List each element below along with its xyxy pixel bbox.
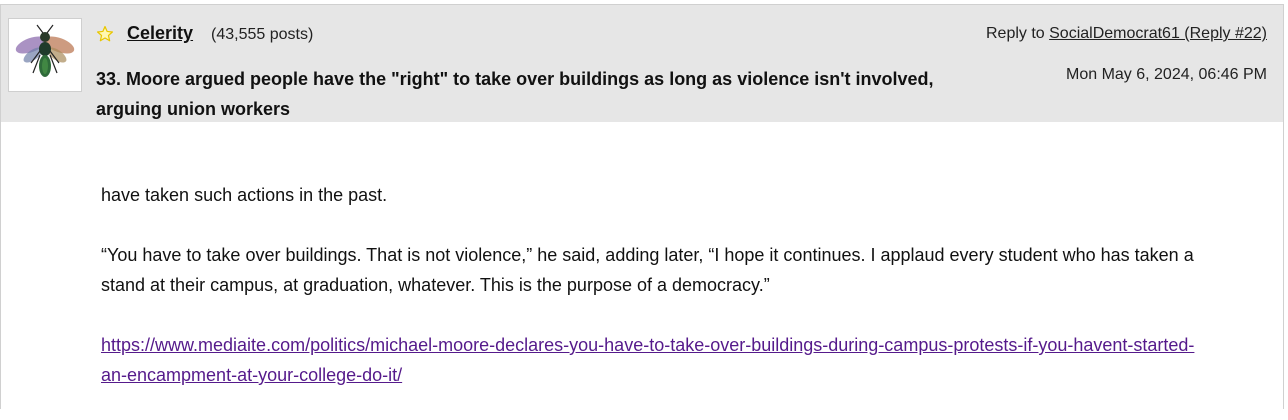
reply-to-link[interactable]: SocialDemocrat61 (Reply #22) xyxy=(1049,25,1267,42)
post-body: have taken such actions in the past. “Yo… xyxy=(101,180,1211,420)
username-link[interactable]: Celerity xyxy=(127,23,193,44)
wasp-icon xyxy=(15,24,75,77)
star-outline-icon xyxy=(96,25,114,43)
post-title: 33. Moore argued people have the "right"… xyxy=(96,69,934,119)
reply-to-label: Reply to xyxy=(985,25,1050,42)
body-paragraph: have taken such actions in the past. xyxy=(101,185,388,205)
post-timestamp: Mon May 6, 2024, 06:46 PM xyxy=(1066,66,1267,83)
reply-to: Reply to SocialDemocrat61 (Reply #22) xyxy=(986,25,1267,43)
post-count: (43,555 posts) xyxy=(211,26,314,43)
article-link[interactable]: https://www.mediaite.com/politics/michae… xyxy=(101,335,1194,385)
post-header: Celerity (43,555 posts) 33. Moore argued… xyxy=(1,5,1283,122)
avatar[interactable] xyxy=(8,18,82,92)
body-paragraph: “You have to take over buildings. That i… xyxy=(101,245,1194,295)
